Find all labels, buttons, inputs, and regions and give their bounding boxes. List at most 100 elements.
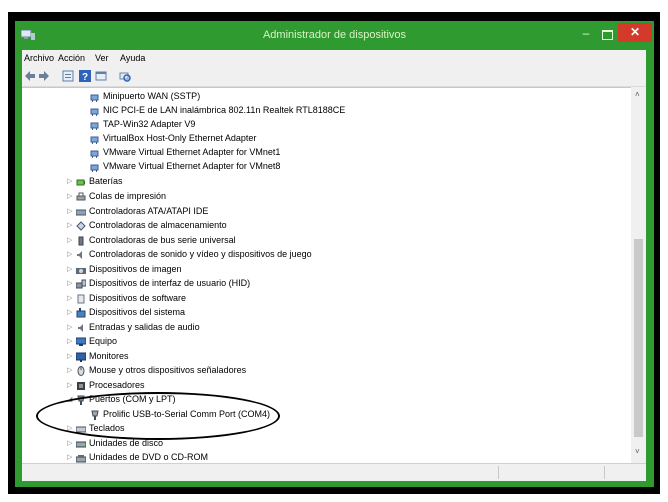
tree-item-label: Monitores [89,351,129,361]
scroll-up-icon[interactable]: ˄ [635,90,640,99]
tree-item-label: Minipuerto WAN (SSTP) [103,91,201,101]
tree-item-com4-port[interactable]: Prolific USB-to-Serial Comm Port (COM4) [90,408,490,421]
device-tree[interactable]: Minipuerto WAN (SSTP) NIC PCI-E de LAN i… [22,87,631,464]
mouse-icon [77,366,85,376]
dvd-drive-icon [76,455,86,463]
tree-item-label: VMware Virtual Ethernet Adapter for VMne… [103,161,281,171]
expand-chevron-icon[interactable]: ▷ [67,350,75,363]
tree-category-discos[interactable]: ▷ Unidades de disco [67,437,467,450]
tree-item-label: Baterías [89,176,123,186]
expand-chevron-icon[interactable]: ▷ [67,175,75,188]
tree-item-label: Colas de impresión [89,191,167,201]
tree-item-label: TAP-Win32 Adapter V9 [103,119,196,129]
vertical-scrollbar[interactable]: ˄ ˅ [631,87,646,463]
tree-category-puertos[interactable]: ◢ Puertos (COM y LPT) [67,393,467,406]
scrollbar-thumb[interactable] [634,239,643,437]
expand-chevron-icon[interactable]: ▷ [67,248,75,261]
tree-item-label: Controladoras ATA/ATAPI IDE [89,206,209,216]
tree-item-label: Controladoras de almacenamiento [89,220,227,230]
help-icon[interactable]: ? [79,70,91,82]
tree-category-teclados[interactable]: ▷ Teclados [67,422,467,435]
maximize-button[interactable] [598,27,616,41]
tree-category-sistema[interactable]: ▷ Dispositivos del sistema [67,306,467,319]
svg-text:?: ? [82,72,88,82]
menu-bar: Archivo Acción Ver Ayuda [22,50,646,66]
tree-item-label: Entradas y salidas de audio [89,322,200,332]
tree-category-colas[interactable]: ▷ Colas de impresión [67,190,467,203]
expand-chevron-icon[interactable]: ▷ [67,205,75,218]
window-title: Administrador de dispositivos [262,29,407,41]
expand-chevron-icon[interactable]: ▷ [67,234,75,247]
expand-chevron-icon[interactable]: ▷ [67,335,75,348]
expand-chevron-icon[interactable]: ▷ [67,321,75,334]
tree-item-label: VMware Virtual Ethernet Adapter for VMne… [103,147,281,157]
tree-category-usb[interactable]: ▷ Controladoras de bus serie universal [67,234,467,247]
expand-chevron-icon[interactable]: ▷ [67,190,75,203]
forward-icon[interactable] [38,70,50,82]
tree-category-procesadores[interactable]: ▷ Procesadores [67,379,467,392]
device-manager-window: Administrador de dispositivos – ✕ Archiv… [15,21,654,487]
expand-chevron-icon[interactable]: ▷ [67,379,75,392]
tree-item-label: NIC PCI-E de LAN inalámbrica 802.11n Rea… [103,105,346,115]
title-bar[interactable]: Administrador de dispositivos – ✕ [15,21,654,50]
ide-controller-icon [76,209,86,216]
expand-chevron-icon[interactable]: ▷ [67,277,75,290]
tree-category-hid[interactable]: ▷ Dispositivos de interfaz de usuario (H… [67,277,467,290]
network-adapter-icon [90,108,99,116]
processor-icon [77,382,85,390]
battery-icon [76,179,85,186]
menu-archivo[interactable]: Archivo [24,53,54,63]
expand-chevron-icon[interactable]: ▷ [67,292,75,305]
expand-chevron-icon[interactable]: ▷ [67,263,75,276]
tree-category-mouse[interactable]: ▷ Mouse y otros dispositivos señaladores [67,364,487,377]
properties-icon[interactable] [62,70,74,82]
tree-item-label: Puertos (COM y LPT) [89,394,176,404]
usb-icon [78,236,84,246]
expand-chevron-icon[interactable]: ▷ [67,364,75,377]
expand-chevron-icon[interactable]: ▷ [67,437,75,450]
tree-category-almacenamiento[interactable]: ▷ Controladoras de almacenamiento [67,219,467,232]
close-button[interactable]: ✕ [618,23,652,42]
expand-chevron-icon[interactable]: ▷ [67,306,75,319]
tree-item-label: Controladoras de bus serie universal [89,235,236,245]
tree-category-monitores[interactable]: ▷ Monitores [67,350,467,363]
port-icon [77,395,85,405]
expand-chevron-icon[interactable]: ▷ [67,422,75,435]
tree-item-label: Equipo [89,336,118,346]
tree-category-software[interactable]: ▷ Dispositivos de software [67,292,467,305]
audio-io-icon [78,324,83,332]
camera-icon [76,268,86,274]
tree-item-label: Dispositivos del sistema [89,307,186,317]
back-icon[interactable] [24,70,36,82]
tree-item-label: Dispositivos de imagen [89,264,182,274]
expand-chevron-icon[interactable]: ▷ [67,219,75,232]
monitor-icon [76,352,86,362]
printer-icon [76,192,86,201]
tree-category-sonido[interactable]: ▷ Controladoras de sonido y vídeo y disp… [67,248,487,261]
network-adapter-icon [90,150,99,158]
tree-category-ata[interactable]: ▷ Controladoras ATA/ATAPI IDE [67,205,467,218]
menu-ver[interactable]: Ver [95,53,109,63]
minimize-button[interactable]: – [576,27,596,40]
tree-item-label: VirtualBox Host-Only Ethernet Adapter [103,133,257,143]
tree-item-label: Procesadores [89,380,145,390]
tree-category-imagen[interactable]: ▷ Dispositivos de imagen [67,263,467,276]
tree-item-label: Prolific USB-to-Serial Comm Port (COM4) [103,409,271,419]
menu-accion[interactable]: Acción [58,53,85,63]
tree-category-audio[interactable]: ▷ Entradas y salidas de audio [67,321,467,334]
scan-hardware-icon[interactable] [119,70,131,82]
tree-category-equipo[interactable]: ▷ Equipo [67,335,467,348]
keyboard-icon [76,426,86,433]
disk-drive-icon [76,441,86,448]
tree-item-label: Dispositivos de interfaz de usuario (HID… [89,278,251,288]
collapse-chevron-icon[interactable]: ◢ [67,393,75,406]
menu-ayuda[interactable]: Ayuda [120,53,145,63]
hid-icon [76,279,86,289]
scroll-down-icon[interactable]: ˅ [635,447,640,456]
status-divider [498,466,499,479]
tree-category-baterias[interactable]: ▷ Baterías [67,175,467,188]
view-icon[interactable] [95,70,107,82]
tree-item-label: Dispositivos de software [89,293,187,303]
system-device-icon [76,308,86,318]
software-device-icon [77,294,85,304]
